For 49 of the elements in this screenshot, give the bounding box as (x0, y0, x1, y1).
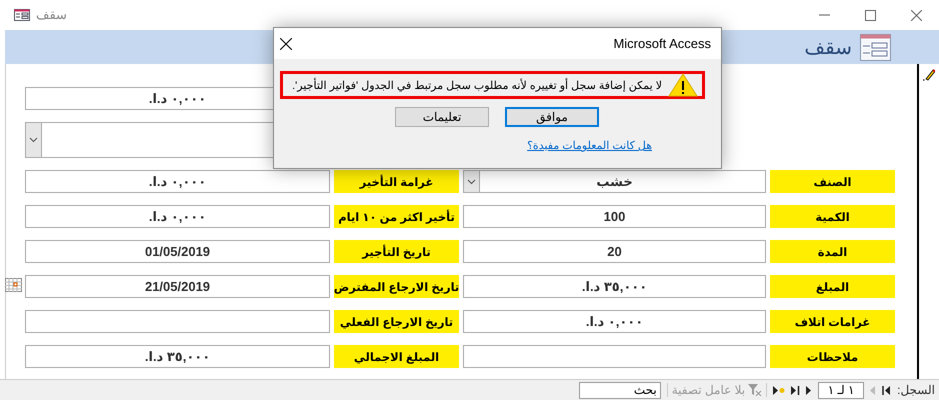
field-label: تاريخ التأجير (334, 240, 459, 263)
input-field[interactable]: 01/05/2019 (25, 240, 330, 263)
search-field[interactable]: بحث (578, 382, 661, 398)
window-title: سقف (36, 7, 67, 23)
funnel-icon (748, 384, 762, 396)
field-label: ملاحظات (770, 345, 895, 368)
input-field[interactable]: ٠,٠٠٠ د.ا. (25, 170, 330, 193)
input-field[interactable]: 20 (463, 240, 766, 263)
dialog-button[interactable]: موافق (505, 107, 599, 127)
input-field[interactable]: 100 (463, 205, 766, 228)
maximize-icon (864, 10, 876, 20)
first-record-button[interactable] (882, 386, 892, 394)
record-label: السجل: (897, 383, 935, 397)
combo-box[interactable]: خشب (463, 170, 766, 193)
input-field[interactable]: ٣٥,٠٠٠ د.ا. (463, 275, 766, 298)
field-label: المبلغ (770, 275, 895, 298)
field-label: المبلغ الاجمالي (334, 345, 459, 368)
form-icon (860, 34, 891, 60)
field-label: الكمية (770, 205, 895, 228)
field-label: تاريخ الارجاع المفترض (334, 275, 459, 298)
field-label: تأخير اكثر من ١٠ ايام (334, 205, 459, 228)
dialog-button[interactable]: تعليمات (395, 107, 489, 127)
pencil-icon (923, 68, 935, 81)
close-icon[interactable] (280, 38, 292, 50)
close-icon (910, 10, 922, 20)
chevron-icon (29, 137, 38, 143)
field-label: غرامة التأخير (334, 170, 459, 193)
last-record-button[interactable] (791, 386, 800, 394)
feedback-link[interactable]: هل كانت المعلومات مفيدة؟ (527, 139, 652, 152)
calendar-icon[interactable] (5, 278, 22, 292)
field-label: غرامات اتلاف (770, 310, 895, 333)
input-field[interactable]: ٠,٠٠٠ د.ا. (463, 310, 766, 333)
chevron-icon (467, 178, 476, 184)
next-record-button[interactable] (806, 386, 812, 394)
warning-icon (668, 73, 698, 97)
input-field[interactable] (463, 345, 766, 368)
field-label: تاريخ الارجاع الفعلي (334, 310, 459, 333)
field-label: الصنف (770, 170, 895, 193)
field-label: المدة (770, 240, 895, 263)
form-icon (14, 9, 30, 21)
form-title: سقف (804, 36, 852, 60)
dropdown-button[interactable] (464, 171, 480, 192)
input-field[interactable] (25, 310, 330, 333)
input-field[interactable]: ٠,٠٠٠ د.ا. (25, 205, 330, 228)
input-field[interactable]: ٣٥,٠٠٠ د.ا. (25, 345, 330, 368)
new-record-button[interactable] (773, 386, 786, 394)
dialog-title: Microsoft Access (613, 36, 711, 51)
minimize-icon (818, 14, 830, 16)
record-position-field[interactable]: ١ لـ ١ (818, 382, 864, 398)
